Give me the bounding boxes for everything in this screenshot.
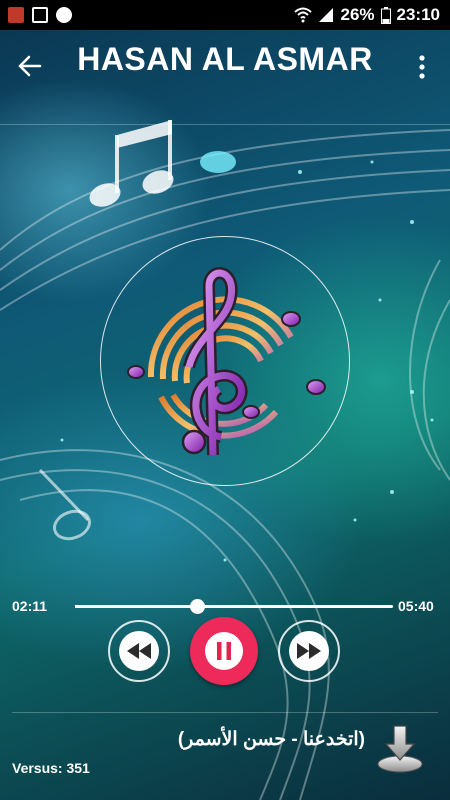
track-title: (اتخدعنا - حسن الأسمر) bbox=[177, 729, 365, 750]
battery-percent: 26% bbox=[340, 5, 375, 24]
wifi-icon bbox=[294, 7, 313, 23]
page-title: HASAN AL ASMAR bbox=[77, 41, 373, 77]
fast-forward-icon bbox=[289, 631, 329, 671]
clock: 23:10 bbox=[396, 5, 440, 24]
rewind-icon bbox=[119, 631, 159, 671]
rewind-button[interactable] bbox=[108, 620, 170, 682]
album-art bbox=[100, 236, 350, 486]
header-divider bbox=[0, 124, 450, 125]
pause-button[interactable] bbox=[190, 617, 258, 685]
settings-notification-icon bbox=[56, 7, 72, 23]
status-bar: 26% 23:10 bbox=[0, 0, 450, 30]
fast-forward-button[interactable] bbox=[278, 620, 340, 682]
app-bar: HASAN AL ASMAR bbox=[0, 30, 450, 124]
download-icon[interactable] bbox=[374, 722, 426, 774]
pause-icon bbox=[205, 632, 243, 670]
signal-icon bbox=[319, 8, 334, 22]
avatar-notification-icon bbox=[8, 7, 24, 23]
versus-label: Versus: 351 bbox=[12, 760, 90, 776]
arrow-left-icon[interactable] bbox=[14, 50, 46, 82]
image-notification-icon bbox=[32, 7, 48, 23]
treble-clef-icon bbox=[127, 267, 326, 456]
battery-icon bbox=[380, 6, 391, 24]
current-time: 02:11 bbox=[12, 598, 48, 614]
total-time: 05:40 bbox=[398, 598, 434, 614]
seek-progress bbox=[75, 605, 198, 608]
track-divider bbox=[12, 712, 438, 713]
more-vert-icon[interactable] bbox=[410, 52, 434, 82]
seek-bar[interactable] bbox=[75, 599, 393, 614]
